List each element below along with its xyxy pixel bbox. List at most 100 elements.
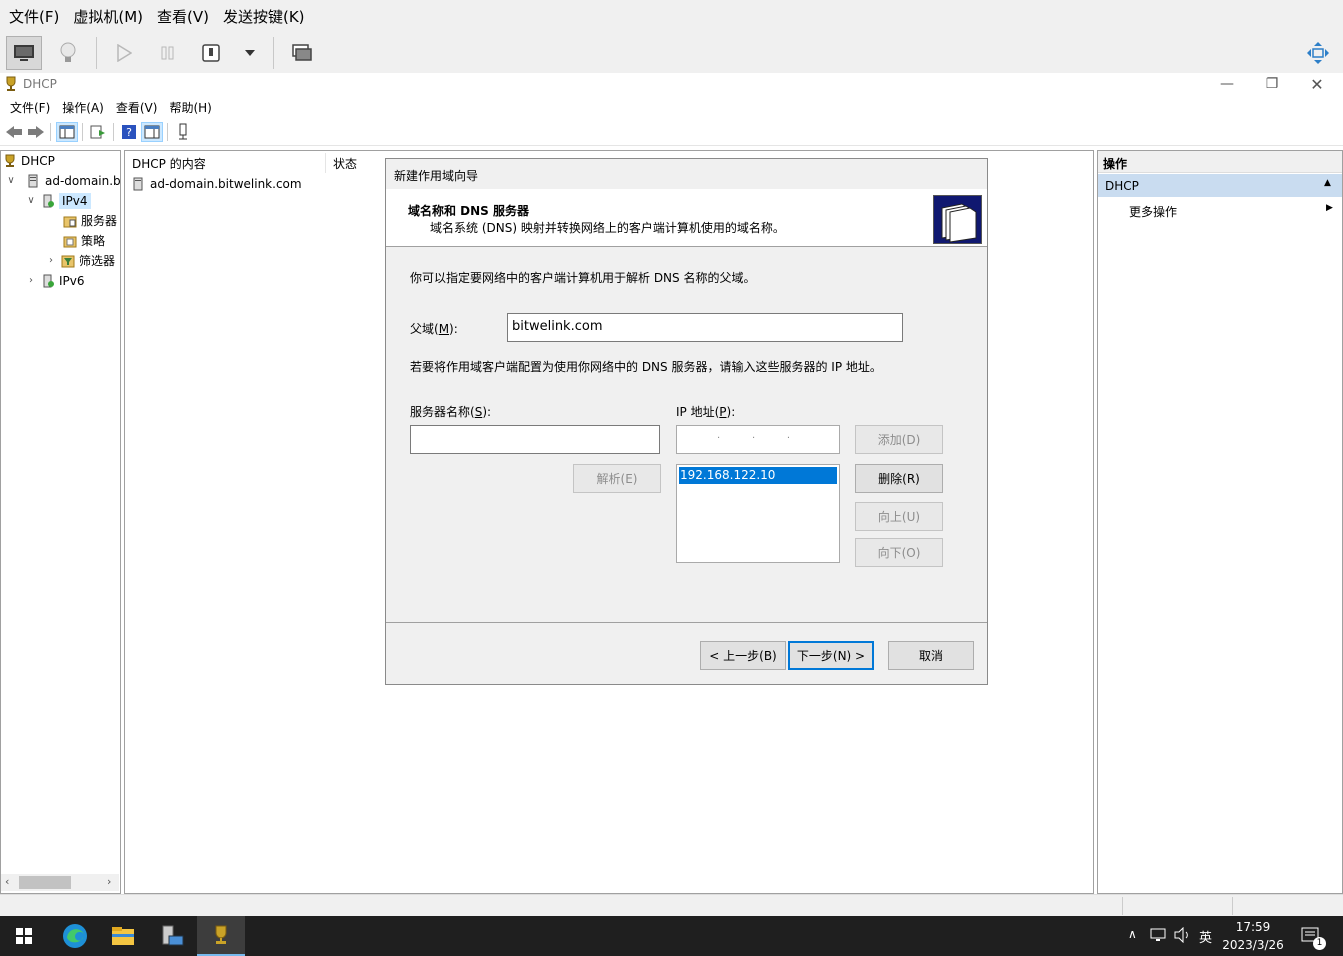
resolve-button[interactable]: 解析(E)	[573, 464, 661, 493]
dhcp-app-icon	[3, 76, 19, 95]
add-button[interactable]: 添加(D)	[855, 425, 943, 454]
chevron-right-icon[interactable]: ›	[25, 275, 37, 286]
intro-text: 你可以指定要网络中的客户端计算机用于解析 DNS 名称的父域。	[410, 271, 756, 285]
collapse-up-icon[interactable]: ▲	[1324, 178, 1331, 188]
dhcp-trophy-icon	[3, 154, 17, 168]
vm-toolbar	[0, 33, 1343, 73]
ipv6-icon	[41, 274, 55, 288]
scroll-thumb[interactable]	[19, 876, 71, 889]
column-header-name[interactable]: DHCP 的内容	[132, 155, 206, 172]
column-header-status[interactable]: 状态	[333, 155, 357, 172]
wizard-folders-icon	[933, 195, 982, 244]
menu-file[interactable]: 文件(F)	[4, 99, 56, 116]
actions-header: 操作	[1103, 157, 1128, 171]
network-icon[interactable]	[1150, 927, 1166, 946]
restore-button[interactable]: ❐	[1249, 73, 1295, 95]
actions-section-label: DHCP	[1105, 179, 1139, 193]
server-name-input[interactable]	[410, 425, 660, 454]
tree-label-policies: 策略	[81, 234, 106, 248]
dhcp-taskbar-icon[interactable]	[197, 916, 245, 956]
ime-indicator[interactable]: 英	[1199, 927, 1212, 946]
svg-text:?: ?	[126, 126, 132, 139]
app-menubar: 文件(F) 操作(A) 查看(V) 帮助(H)	[0, 97, 1343, 118]
back-button[interactable]: < 上一步(B)	[700, 641, 786, 670]
list-item-server[interactable]: ad-domain.bitwelink.com	[133, 177, 302, 191]
chevron-down-icon[interactable]: ∨	[25, 195, 37, 206]
forward-arrow-icon[interactable]	[26, 122, 46, 142]
vm-menu-file[interactable]: 文件(F)	[4, 6, 64, 27]
show-hide-tree-icon[interactable]	[56, 122, 78, 142]
scroll-right-icon[interactable]: ›	[107, 875, 111, 888]
parent-domain-input[interactable]: bitwelink.com	[507, 313, 903, 342]
tray-chevron-up-icon[interactable]: ∧	[1128, 927, 1137, 941]
dns-server-list[interactable]: 192.168.122.10	[676, 464, 840, 563]
back-arrow-icon[interactable]	[4, 122, 24, 142]
tree-item-filters[interactable]: › 筛选器	[45, 251, 115, 270]
device-icon[interactable]	[193, 36, 229, 70]
tree-label-ipv4: IPv4	[59, 192, 91, 209]
app-toolbar: ?	[0, 118, 1343, 146]
statusbar	[0, 894, 1343, 916]
export-list-icon[interactable]	[88, 122, 108, 142]
server-name-label: 服务器名称(S):	[410, 405, 492, 419]
tree-item-dhcp-root[interactable]: DHCP	[3, 151, 55, 170]
file-explorer-icon[interactable]	[99, 916, 147, 956]
tree-horizontal-scrollbar[interactable]: ‹ ›	[1, 874, 119, 891]
tree-item-ipv6[interactable]: › IPv6	[25, 271, 85, 290]
tree-label-servers: 服务器	[81, 214, 118, 228]
minimize-button[interactable]: —	[1204, 73, 1250, 95]
tree-item-ipv4[interactable]: ∨ IPv4	[25, 191, 91, 210]
snapshot-icon[interactable]	[284, 36, 320, 70]
move-down-button[interactable]: 向下(O)	[855, 538, 943, 567]
help-icon[interactable]: ?	[119, 122, 139, 142]
play-icon[interactable]	[106, 36, 142, 70]
chevron-down-icon[interactable]: ∨	[5, 175, 17, 186]
ip-address-input[interactable]: . . .	[676, 425, 840, 454]
tree-label-ipv6: IPv6	[59, 273, 85, 288]
start-windows-icon[interactable]	[0, 916, 48, 956]
edge-browser-icon[interactable]	[51, 916, 99, 956]
menu-help[interactable]: 帮助(H)	[163, 99, 217, 116]
menu-view[interactable]: 查看(V)	[110, 99, 164, 116]
action-more-label: 更多操作	[1129, 205, 1178, 219]
taskbar: ∧ 英 17:59 2023/3/26 1	[0, 916, 1343, 956]
vm-menu-view[interactable]: 查看(V)	[152, 6, 214, 27]
tree-item-server[interactable]: ∨ ad-domain.b	[5, 171, 120, 190]
action-more-actions[interactable]: 更多操作 ▶	[1098, 199, 1342, 219]
new-scope-wizard-dialog: 新建作用域向导 域名称和 DNS 服务器 域名系统 (DNS) 映射并转换网络上…	[385, 158, 988, 685]
cancel-button[interactable]: 取消	[888, 641, 974, 670]
vm-menubar: 文件(F) 虚拟机(M) 查看(V) 发送按键(K)	[0, 0, 1343, 33]
parent-domain-value: bitwelink.com	[512, 319, 603, 334]
list-item-server-label: ad-domain.bitwelink.com	[150, 177, 302, 191]
move-up-button[interactable]: 向上(U)	[855, 502, 943, 531]
pause-icon[interactable]	[150, 36, 186, 70]
dropdown-arrow-icon[interactable]	[232, 36, 268, 70]
dialog-title: 新建作用域向导	[394, 169, 479, 183]
clock-date: 2023/3/26	[1222, 938, 1284, 952]
server-icon	[27, 174, 41, 188]
next-button[interactable]: 下一步(N) >	[788, 641, 874, 670]
delete-button[interactable]: 删除(R)	[855, 464, 943, 493]
clock[interactable]: 17:59 2023/3/26	[1218, 918, 1288, 954]
menu-action[interactable]: 操作(A)	[56, 99, 110, 116]
fullscreen-icon[interactable]	[1300, 36, 1336, 70]
chevron-right-icon[interactable]: ›	[45, 255, 57, 266]
vm-menu-machine[interactable]: 虚拟机(M)	[68, 6, 148, 27]
server-status-icon[interactable]	[173, 122, 193, 142]
tree-item-policies[interactable]: 策略	[63, 231, 105, 250]
monitor-icon[interactable]	[6, 36, 42, 70]
actions-section-dhcp[interactable]: DHCP ▲	[1098, 174, 1342, 197]
server-manager-icon[interactable]	[148, 916, 196, 956]
close-button[interactable]: ✕	[1294, 73, 1340, 95]
ipv4-icon	[41, 194, 55, 208]
tree-label-filters: 筛选器	[79, 254, 116, 268]
wizard-header: 域名称和 DNS 服务器 域名系统 (DNS) 映射并转换网络上的客户端计算机使…	[386, 189, 987, 247]
dns-server-list-item[interactable]: 192.168.122.10	[679, 467, 837, 484]
show-hide-action-pane-icon[interactable]	[141, 122, 163, 142]
volume-icon[interactable]	[1174, 926, 1192, 946]
scroll-left-icon[interactable]: ‹	[5, 875, 9, 888]
tree-item-servers[interactable]: 服务器	[63, 211, 117, 230]
lightbulb-icon[interactable]	[50, 36, 86, 70]
vm-menu-sendkeys[interactable]: 发送按键(K)	[218, 6, 310, 27]
clock-time: 17:59	[1235, 920, 1271, 934]
